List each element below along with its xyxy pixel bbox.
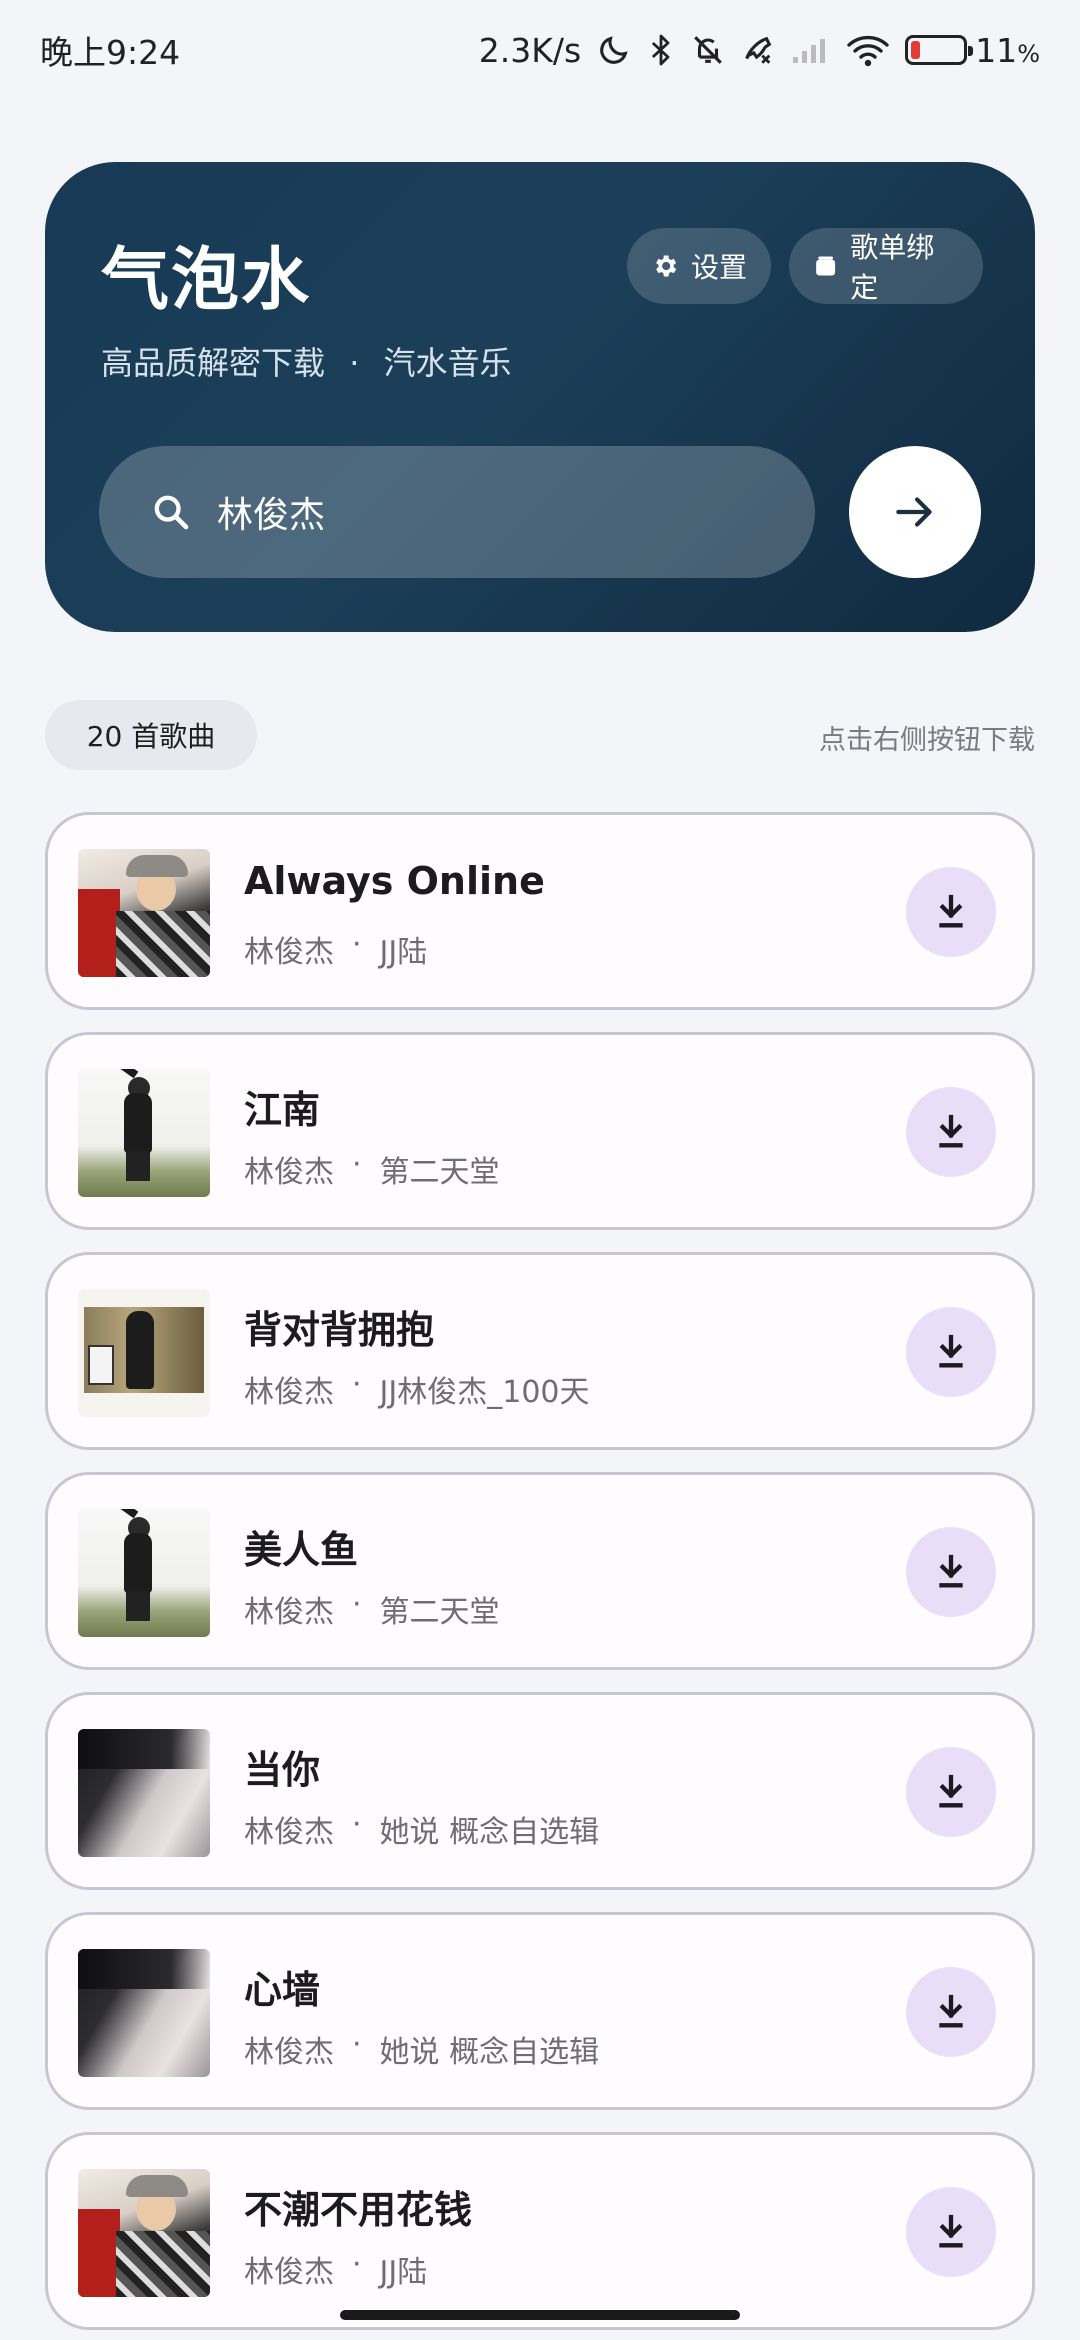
battery-level: 11 [975, 30, 1018, 70]
status-bar: 晚上9:24 2.3K/s 11% [0, 0, 1080, 100]
album-cover [78, 2169, 210, 2297]
song-title: 美人鱼 [244, 1528, 359, 1572]
settings-label: 设置 [691, 251, 748, 284]
song-meta: 林俊杰 · 她说 概念自选辑 [244, 1807, 599, 1851]
download-icon [939, 1994, 963, 2028]
song-item[interactable]: 美人鱼林俊杰 · 第二天堂 [45, 1472, 1035, 1670]
download-button[interactable] [906, 2187, 996, 2277]
song-count-badge: 20 首歌曲 [45, 700, 257, 770]
header-card: 气泡水 高品质解密下载 · 汽水音乐 设置 歌单绑定 [45, 162, 1035, 632]
subtitle-right: 汽水音乐 [383, 344, 512, 382]
playlist-bind-button[interactable]: 歌单绑定 [789, 228, 983, 304]
app-title: 气泡水 [101, 241, 312, 320]
song-title: 当你 [244, 1748, 321, 1792]
song-meta: 林俊杰 · 第二天堂 [244, 1147, 500, 1191]
song-title: Always Online [244, 859, 545, 903]
song-album: 她说 概念自选辑 [379, 1815, 600, 1850]
download-button[interactable] [906, 1307, 996, 1397]
song-album: 第二天堂 [379, 1595, 500, 1630]
battery-unit: % [1017, 39, 1040, 68]
playlist-icon [816, 256, 836, 276]
song-meta: 林俊杰 · JJ陆 [244, 927, 427, 971]
phone-icon [745, 36, 772, 64]
song-artist: 林俊杰 [244, 1815, 334, 1850]
download-button[interactable] [906, 1087, 996, 1177]
song-title: 心墙 [244, 1968, 321, 2012]
bluetooth-icon [652, 34, 670, 66]
meta-separator: · [352, 1587, 362, 1622]
search-go-button[interactable] [849, 446, 981, 578]
song-meta: 林俊杰 · JJ林俊杰_100天 [244, 1367, 590, 1411]
song-item[interactable]: 背对背拥抱林俊杰 · JJ林俊杰_100天 [45, 1252, 1035, 1450]
song-item[interactable]: Always Online 林俊杰 · JJ陆 [45, 812, 1035, 1010]
song-album: JJ陆 [379, 935, 428, 970]
meta-separator: · [352, 1367, 362, 1402]
download-hint: 点击右侧按钮下载 [819, 725, 1035, 756]
download-button[interactable] [906, 867, 996, 957]
song-title: 背对背拥抱 [244, 1308, 435, 1352]
gear-icon [656, 255, 677, 277]
song-album: JJ林俊杰_100天 [379, 1375, 590, 1410]
meta-separator: · [352, 1147, 362, 1182]
download-icon [939, 894, 963, 928]
bell-off-icon [694, 36, 723, 64]
song-item[interactable]: 当你林俊杰 · 她说 概念自选辑 [45, 1692, 1035, 1890]
meta-separator: · [352, 1807, 362, 1842]
song-item[interactable]: 江南林俊杰 · 第二天堂 [45, 1032, 1035, 1230]
song-artist: 林俊杰 [244, 935, 334, 970]
subtitle-separator: · [349, 344, 360, 382]
album-cover [78, 1289, 210, 1417]
settings-button[interactable]: 设置 [627, 228, 771, 304]
signal-icon [793, 39, 826, 63]
moon-icon [600, 36, 628, 64]
song-item[interactable]: 不潮不用花钱林俊杰 · JJ陆 [45, 2132, 1035, 2330]
home-indicator[interactable] [340, 2310, 740, 2320]
song-title: 不潮不用花钱 [244, 2188, 473, 2232]
download-icon [939, 1774, 963, 1808]
album-cover [78, 849, 210, 977]
song-meta: 林俊杰 · JJ陆 [244, 2247, 427, 2291]
search-input[interactable] [217, 491, 777, 533]
song-item[interactable]: 心墙林俊杰 · 她说 概念自选辑 [45, 1912, 1035, 2110]
album-cover [78, 1069, 210, 1197]
song-artist: 林俊杰 [244, 2035, 334, 2070]
song-artist: 林俊杰 [244, 1375, 334, 1410]
song-album: 她说 概念自选辑 [379, 2035, 600, 2070]
song-artist: 林俊杰 [244, 1155, 334, 1190]
song-artist: 林俊杰 [244, 2255, 334, 2290]
search-box[interactable] [99, 446, 815, 578]
status-time: 晚上9:24 [40, 33, 181, 72]
song-album: JJ陆 [379, 2255, 428, 2290]
song-meta: 林俊杰 · 她说 概念自选辑 [244, 2027, 599, 2071]
album-cover [78, 1729, 210, 1857]
meta-separator: · [352, 927, 362, 962]
subtitle-left: 高品质解密下载 [101, 344, 326, 382]
song-artist: 林俊杰 [244, 1595, 334, 1630]
meta-separator: · [352, 2247, 362, 2282]
song-album: 第二天堂 [379, 1155, 500, 1190]
album-cover [78, 1949, 210, 2077]
arrow-right-icon [896, 497, 932, 527]
song-meta: 林俊杰 · 第二天堂 [244, 1587, 500, 1631]
album-cover [78, 1509, 210, 1637]
meta-separator: · [352, 2027, 362, 2062]
song-title: 江南 [244, 1088, 321, 1132]
search-icon [154, 495, 189, 530]
download-icon [939, 1114, 963, 1148]
playlist-bind-label: 歌单绑定 [850, 231, 935, 304]
battery-indicator: 11% [905, 31, 1040, 70]
download-button[interactable] [906, 1527, 996, 1617]
app-subtitle: 高品质解密下载 · 汽水音乐 [101, 338, 512, 384]
download-button[interactable] [906, 1967, 996, 2057]
wifi-icon [847, 35, 889, 67]
download-icon [939, 1334, 963, 1368]
network-speed: 2.3K/s [478, 30, 582, 70]
download-icon [939, 1554, 963, 1588]
download-button[interactable] [906, 1747, 996, 1837]
download-icon [939, 2214, 963, 2248]
song-count: 20 首歌曲 [86, 720, 216, 753]
battery-icon [905, 35, 974, 65]
